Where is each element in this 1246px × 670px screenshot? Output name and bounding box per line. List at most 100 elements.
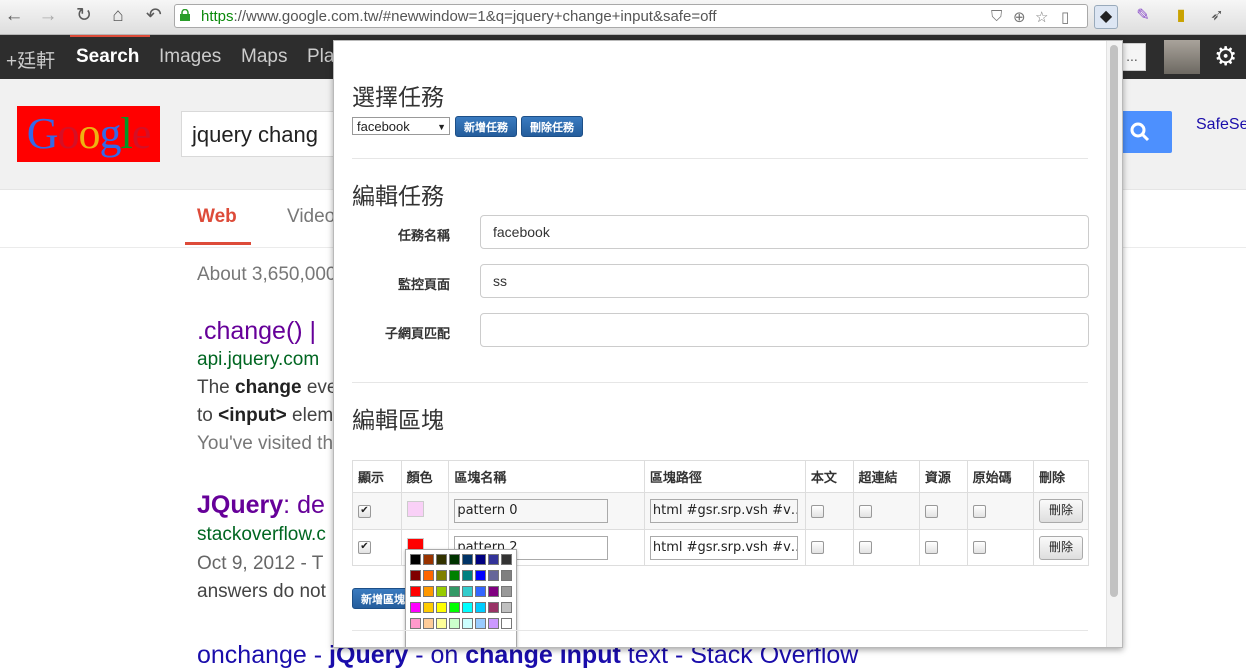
zoom-icon[interactable]: ⊕ bbox=[1013, 8, 1026, 26]
palette-color-swatch[interactable] bbox=[488, 554, 499, 565]
palette-color-swatch[interactable] bbox=[436, 554, 447, 565]
resources-checkbox[interactable] bbox=[924, 504, 938, 518]
palette-color-swatch[interactable] bbox=[501, 570, 512, 581]
safesearch-link[interactable]: SafeSe bbox=[1196, 116, 1246, 134]
palette-color-swatch[interactable] bbox=[410, 618, 421, 629]
scrollbar-thumb[interactable] bbox=[1110, 45, 1118, 597]
result-date: Oct 9, 2012 - T bbox=[197, 553, 324, 574]
phone-icon[interactable]: ▮ bbox=[1170, 5, 1192, 27]
show-checkbox[interactable]: ✔ bbox=[358, 504, 371, 518]
palette-color-swatch[interactable] bbox=[475, 586, 486, 597]
google-logo[interactable]: Google bbox=[17, 106, 160, 162]
source-checkbox[interactable] bbox=[972, 541, 986, 554]
tab-web[interactable]: Web bbox=[197, 206, 237, 228]
gbar-profile[interactable]: +廷軒 bbox=[6, 46, 55, 73]
palette-color-swatch[interactable] bbox=[475, 618, 486, 629]
block-name-input[interactable]: pattern 0 bbox=[454, 499, 609, 523]
palette-color-swatch[interactable] bbox=[410, 570, 421, 581]
palette-color-swatch[interactable] bbox=[410, 602, 421, 613]
palette-color-swatch[interactable] bbox=[449, 602, 460, 613]
palette-color-swatch[interactable] bbox=[449, 554, 460, 565]
content-checkbox[interactable] bbox=[810, 541, 824, 554]
palette-color-swatch[interactable] bbox=[501, 554, 512, 565]
palette-color-swatch[interactable] bbox=[449, 618, 460, 629]
chevron-down-icon: ▼ bbox=[437, 122, 446, 132]
bookmark-star-icon[interactable]: ☆ bbox=[1035, 8, 1048, 26]
result-title[interactable]: JQuery: de bbox=[197, 491, 325, 520]
avatar[interactable] bbox=[1164, 40, 1200, 74]
delete-row-button[interactable]: 刪除 bbox=[1039, 499, 1083, 523]
gbar-search[interactable]: Search bbox=[76, 46, 139, 68]
divider bbox=[352, 630, 1088, 631]
result-title[interactable]: .change() | bbox=[197, 317, 316, 346]
palette-color-swatch[interactable] bbox=[488, 570, 499, 581]
color-swatch[interactable] bbox=[406, 501, 424, 517]
gbar-play[interactable]: Pla bbox=[307, 46, 334, 68]
tab-video[interactable]: Video bbox=[287, 206, 335, 228]
forward-icon[interactable]: → bbox=[36, 5, 60, 27]
palette-color-swatch[interactable] bbox=[462, 554, 473, 565]
history-icon[interactable]: ↶ bbox=[142, 5, 166, 27]
palette-color-swatch[interactable] bbox=[475, 602, 486, 613]
gbar-images[interactable]: Images bbox=[159, 46, 221, 68]
palette-color-swatch[interactable] bbox=[436, 602, 447, 613]
palette-color-swatch[interactable] bbox=[423, 586, 434, 597]
links-checkbox[interactable] bbox=[858, 541, 872, 554]
scrollbar[interactable] bbox=[1106, 41, 1122, 647]
col-header-content: 本文 bbox=[804, 460, 854, 493]
extension-popup: 選擇任務 facebook ▼ 新增任務 刪除任務 編輯任務 任務名稱 faceb… bbox=[333, 40, 1123, 648]
palette-color-swatch[interactable] bbox=[436, 570, 447, 581]
palette-color-swatch[interactable] bbox=[462, 602, 473, 613]
palette-color-swatch[interactable] bbox=[449, 570, 460, 581]
palette-color-swatch[interactable] bbox=[423, 602, 434, 613]
palette-color-swatch[interactable] bbox=[449, 586, 460, 597]
palette-color-swatch[interactable] bbox=[501, 586, 512, 597]
delete-task-button[interactable]: 刪除任務 bbox=[521, 116, 583, 137]
links-checkbox[interactable] bbox=[858, 504, 872, 518]
shield-icon[interactable]: ⛉ bbox=[991, 8, 1002, 25]
extension-active-icon[interactable]: ◆ bbox=[1094, 5, 1118, 29]
delete-row-button[interactable]: 刪除 bbox=[1039, 535, 1083, 560]
edit-block-heading: 編輯區塊 bbox=[352, 408, 444, 434]
palette-color-swatch[interactable] bbox=[436, 618, 447, 629]
palette-color-swatch[interactable] bbox=[423, 570, 434, 581]
result-stats: About 3,650,000 bbox=[197, 264, 337, 285]
content-checkbox[interactable] bbox=[810, 504, 824, 518]
palette-color-swatch[interactable] bbox=[423, 554, 434, 565]
home-icon[interactable]: ⌂ bbox=[106, 5, 130, 27]
palette-color-swatch[interactable] bbox=[475, 570, 486, 581]
reload-icon[interactable]: ↻ bbox=[72, 5, 96, 27]
back-icon[interactable]: ← bbox=[2, 5, 26, 27]
palette-color-swatch[interactable] bbox=[462, 618, 473, 629]
gear-icon[interactable]: ⚙ bbox=[1214, 41, 1237, 72]
add-task-button[interactable]: 新增任務 bbox=[455, 116, 517, 137]
palette-color-swatch[interactable] bbox=[488, 602, 499, 613]
palette-color-swatch[interactable] bbox=[488, 618, 499, 629]
task-name-field[interactable]: facebook bbox=[480, 215, 1089, 249]
palette-color-swatch[interactable] bbox=[475, 554, 486, 565]
palette-color-swatch[interactable] bbox=[462, 586, 473, 597]
palette-color-swatch[interactable] bbox=[410, 586, 421, 597]
subpage-match-field[interactable] bbox=[480, 313, 1089, 347]
palette-color-swatch[interactable] bbox=[423, 618, 434, 629]
show-checkbox[interactable]: ✔ bbox=[358, 541, 371, 554]
reader-icon[interactable]: ▯ bbox=[1061, 8, 1069, 26]
palette-color-swatch[interactable] bbox=[462, 570, 473, 581]
palette-color-swatch[interactable] bbox=[501, 618, 512, 629]
monitor-page-field[interactable]: ss bbox=[480, 264, 1089, 298]
gbar-maps[interactable]: Maps bbox=[241, 46, 287, 68]
feather-icon[interactable]: ✎ bbox=[1132, 5, 1154, 27]
palette-color-swatch[interactable] bbox=[501, 602, 512, 613]
block-path-input[interactable]: html #gsr.srp.vsh #v… bbox=[649, 499, 798, 523]
palette-color-swatch[interactable] bbox=[410, 554, 421, 565]
palette-color-swatch[interactable] bbox=[488, 586, 499, 597]
address-bar[interactable]: https://www.google.com.tw/#newwindow=1&q… bbox=[174, 4, 1088, 28]
table-header-row: 顯示 顏色 區塊名稱 區塊路徑 本文 超連結 資源 原始碼 刪除 bbox=[352, 460, 1089, 493]
block-path-input[interactable]: html #gsr.srp.vsh #v… bbox=[649, 535, 798, 560]
result-snippet: answers do not bbox=[197, 581, 326, 602]
task-select[interactable]: facebook ▼ bbox=[352, 117, 450, 135]
cursor-icon[interactable]: ➶ bbox=[1206, 5, 1228, 27]
resources-checkbox[interactable] bbox=[924, 541, 938, 554]
source-checkbox[interactable] bbox=[972, 504, 986, 518]
palette-color-swatch[interactable] bbox=[436, 586, 447, 597]
